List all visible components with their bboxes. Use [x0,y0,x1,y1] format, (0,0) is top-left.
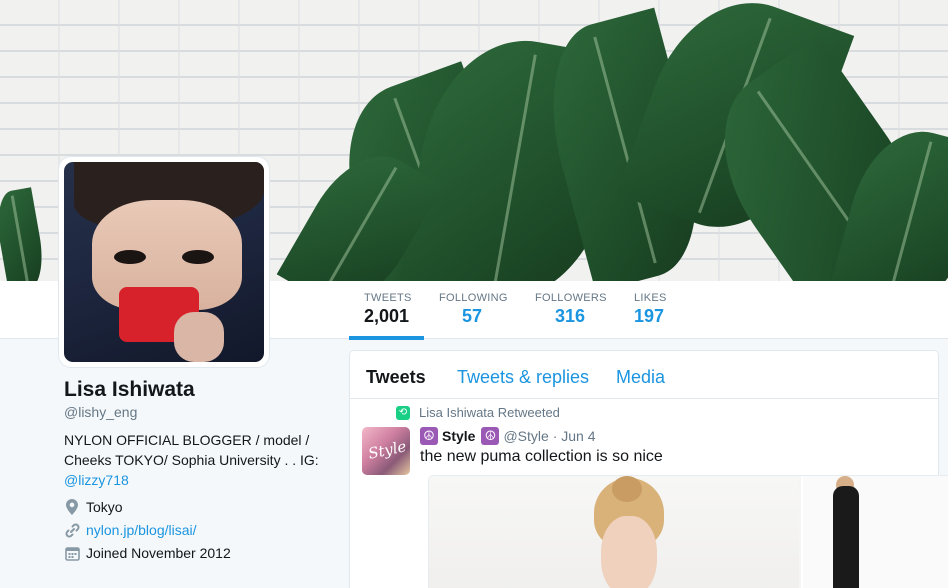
stat-value: 2,001 [364,306,410,326]
active-stat-underline [349,336,424,340]
stat-followers[interactable]: FOLLOWERS 316 [535,292,607,327]
retweet-icon: ⟲ [396,405,410,420]
timeline-tabs: Tweets Tweets & replies Media [350,351,938,399]
retweet-context: ⟲ Lisa Ishiwata Retweeted [396,405,560,420]
profile-joined: Joined November 2012 [64,545,231,561]
tweet-media[interactable] [428,475,948,588]
stat-likes[interactable]: LIKES 197 [634,292,667,327]
location-text: Tokyo [86,499,123,515]
retweet-label[interactable]: Lisa Ishiwata Retweeted [419,405,560,420]
joined-text: Joined November 2012 [86,545,231,561]
media-photo-2[interactable] [801,476,948,588]
stat-label: FOLLOWING [439,292,508,304]
stat-label: TWEETS [364,292,412,304]
tweet-author-name[interactable]: Style [442,428,475,444]
stat-following[interactable]: FOLLOWING 57 [439,292,508,327]
profile-name[interactable]: Lisa Ishiwata [64,378,195,402]
profile-avatar[interactable] [59,157,269,367]
stat-tweets[interactable]: TWEETS 2,001 [364,292,412,327]
profile-location: Tokyo [64,499,123,515]
stat-value: 316 [555,306,586,326]
bio-ig-link[interactable]: @lizzy718 [64,472,129,488]
tweet-author-avatar[interactable]: Style [362,427,410,475]
link-icon [64,522,80,538]
stat-value: 57 [462,306,483,326]
media-photo-1[interactable] [429,476,799,588]
tweet-text: the new puma collection is so nice [420,448,663,465]
website-link[interactable]: nylon.jp/blog/lisai/ [86,522,197,538]
tab-media[interactable]: Media [616,367,665,388]
calendar-icon [64,545,80,561]
avatar-logo-text: Style [366,437,408,463]
profile-bio: NYLON OFFICIAL BLOGGER / model / Cheeks … [64,430,339,490]
stat-label: LIKES [634,292,667,304]
stat-value: 197 [634,306,665,326]
tweet-header: ☮ Style ☮ @Style · Jun 4 [420,427,596,445]
tab-tweets-replies[interactable]: Tweets & replies [457,367,589,388]
profile-handle[interactable]: @lishy_eng [64,404,137,420]
stat-label: FOLLOWERS [535,292,607,304]
bio-text: NYLON OFFICIAL BLOGGER / model / Cheeks … [64,432,319,468]
tweet-author-handle-date[interactable]: @Style · Jun 4 [503,428,595,444]
peace-icon: ☮ [481,427,500,445]
tab-tweets[interactable]: Tweets [366,367,426,388]
location-pin-icon [64,499,80,515]
avatar [64,162,264,362]
timeline-card: Tweets Tweets & replies Media ⟲ Lisa Ish… [349,350,948,588]
profile-website: nylon.jp/blog/lisai/ [64,522,197,538]
peace-icon: ☮ [420,427,438,445]
